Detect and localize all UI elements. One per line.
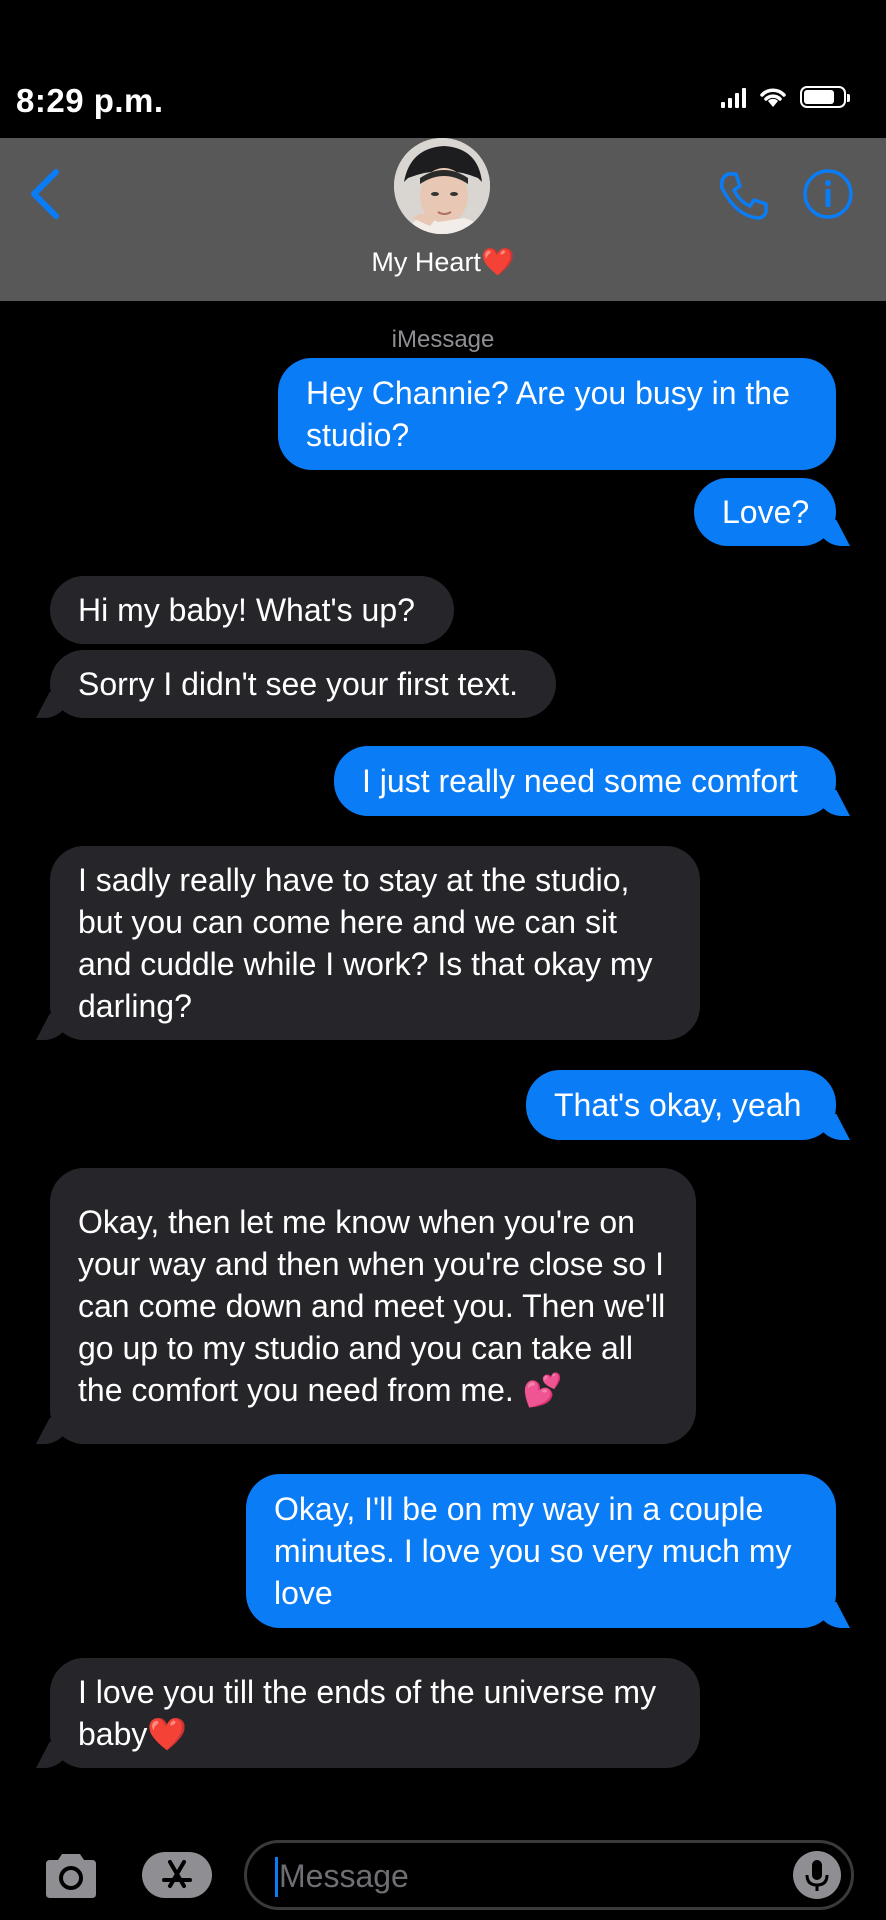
avatar-photo [394,138,490,234]
microphone-icon [805,1860,829,1891]
message-text: Love? [722,494,810,530]
camera-icon[interactable] [40,1850,102,1902]
sent-message[interactable]: Hey Channie? Are you busy in the studio? [278,358,836,470]
message-text: Okay, I'll be on my way in a couple minu… [274,1491,801,1611]
message-text: I just really need some comfort [362,763,798,799]
message-input-field[interactable] [244,1840,854,1910]
cellular-signal-icon [721,86,746,108]
service-label: iMessage [391,326,495,353]
message-text: Hi my baby! What's up? [78,592,415,628]
message-composer [0,1830,886,1920]
sent-message[interactable]: That's okay, yeah [526,1070,836,1140]
message-text: I sadly really have to stay at the studi… [78,862,662,1024]
info-icon[interactable] [802,168,854,220]
received-message[interactable]: I sadly really have to stay at the studi… [50,846,700,1040]
app-store-button[interactable] [142,1852,212,1898]
received-message[interactable]: Sorry I didn't see your first text. [50,650,556,718]
message-text: Sorry I didn't see your first text. [78,666,519,702]
received-message[interactable]: I love you till the ends of the universe… [50,1658,700,1768]
contact-name[interactable]: My Heart❤️ [0,246,886,278]
wifi-icon [760,88,786,107]
back-chevron-icon[interactable] [22,164,72,224]
app-store-icon [162,1860,192,1888]
dictation-button[interactable] [793,1851,841,1899]
conversation-header: My Heart❤️ [0,138,886,301]
status-bar: 8:29 p.m. [0,0,886,138]
message-input[interactable] [277,1851,761,1901]
sent-message[interactable]: I just really need some comfort [334,746,836,816]
battery-icon [800,86,850,108]
sent-message[interactable]: Love? [694,478,836,546]
message-text: I love you till the ends of the universe… [78,1674,665,1752]
sent-message[interactable]: Okay, I'll be on my way in a couple minu… [246,1474,836,1628]
received-message[interactable]: Okay, then let me know when you're on yo… [50,1168,696,1444]
message-text: That's okay, yeah [554,1087,802,1123]
received-message[interactable]: Hi my baby! What's up? [50,576,454,644]
status-time: 8:29 p.m. [16,82,164,119]
phone-call-icon[interactable] [714,168,770,224]
message-text: Okay, then let me know when you're on yo… [78,1204,675,1408]
message-text: Hey Channie? Are you busy in the studio? [306,375,799,453]
status-icons [721,86,850,108]
avatar[interactable] [394,138,490,234]
